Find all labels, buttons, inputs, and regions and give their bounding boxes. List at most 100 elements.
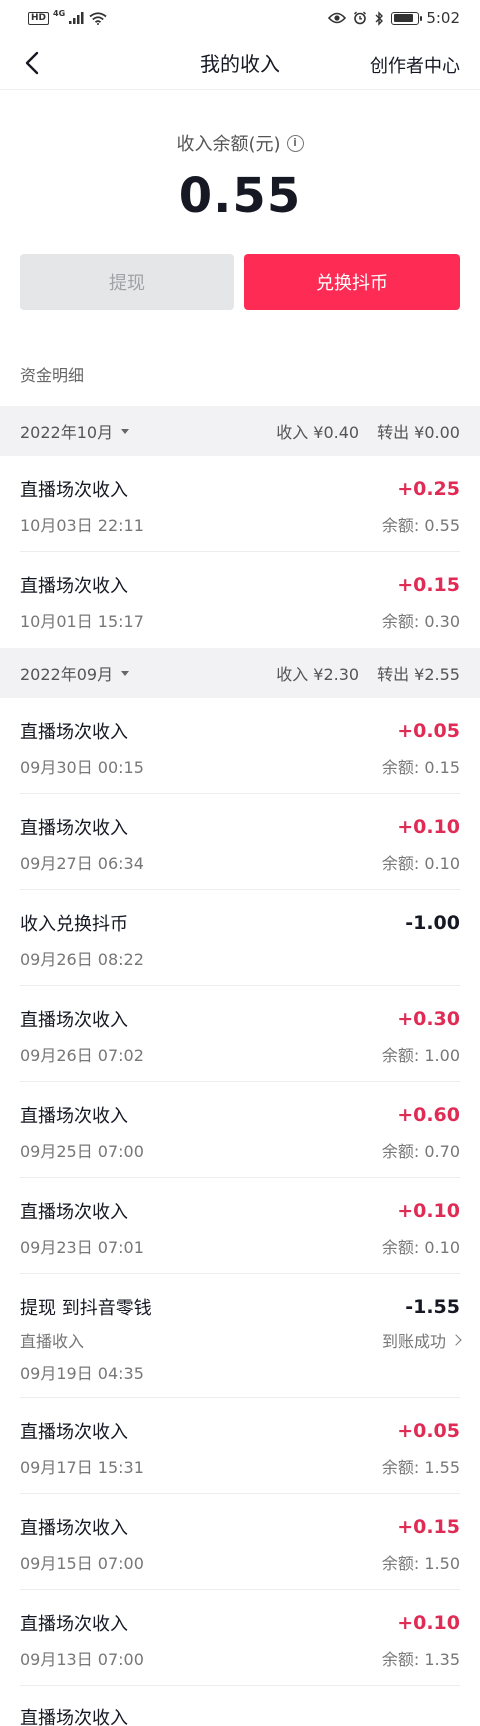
list-item-partial[interactable]: 直播场次收入 — [0, 1686, 480, 1726]
chevron-right-icon — [450, 1334, 462, 1346]
battery-fill — [393, 14, 414, 22]
page-title: 我的收入 — [200, 52, 280, 76]
list-item-amount: +0.30 — [397, 1008, 460, 1030]
list-item[interactable]: 直播场次收入 +0.10 09月23日 07:01 余额: 0.10 — [0, 1178, 480, 1274]
list-item-title: 直播场次收入 — [20, 576, 128, 597]
creator-center-link[interactable]: 创作者中心 — [370, 52, 460, 78]
list-item-time: 09月26日 07:02 — [20, 1046, 144, 1065]
list-item-balance: 余额: 1.00 — [381, 1046, 460, 1065]
eye-icon — [328, 12, 347, 24]
list-item-bottom: 09月25日 07:00 余额: 0.70 — [20, 1138, 460, 1162]
status-time: 5:02 — [426, 9, 460, 27]
month-income: 收入 ¥2.30 — [276, 665, 360, 684]
balance-label-row: 收入余额(元) i — [176, 130, 304, 156]
nav-bar: 我的收入 创作者中心 — [0, 36, 480, 90]
list-item[interactable]: 直播场次收入 +0.10 09月27日 06:34 余额: 0.10 — [0, 794, 480, 890]
transaction-list: 2022年10月 收入 ¥0.40 转出 ¥0.00 直播场次收入 +0.25 10月03… — [0, 406, 480, 1686]
info-icon[interactable]: i — [286, 134, 304, 152]
month-summary: 收入 ¥2.30 转出 ¥2.55 — [276, 661, 460, 685]
withdraw-button[interactable]: 提现 — [20, 254, 234, 310]
list-item-title: 直播场次收入 — [20, 1518, 128, 1539]
list-item-title: 直播场次收入 — [20, 818, 128, 839]
list-item-time: 10月01日 15:17 — [20, 612, 144, 631]
list-item-top: 直播场次收入 +0.10 — [20, 1610, 460, 1636]
balance-label: 收入余额(元) — [176, 134, 281, 155]
list-item-amount: -1.55 — [405, 1296, 460, 1318]
chevron-left-icon — [25, 51, 39, 75]
list-item-time: 09月19日 04:35 — [20, 1364, 144, 1383]
list-item-time: 09月15日 07:00 — [20, 1554, 144, 1573]
list-item-time: 09月25日 07:00 — [20, 1142, 144, 1161]
list-item-top: 直播场次收入 +0.10 — [20, 814, 460, 840]
month-selector[interactable]: 2022年10月 — [20, 419, 130, 443]
list-item-time: 10月03日 22:11 — [20, 516, 144, 535]
list-item-time: 09月17日 15:31 — [20, 1458, 144, 1477]
list-item[interactable]: 提现 到抖音零钱 -1.55 直播收入 到账成功 09月19日 04:35 — [0, 1274, 480, 1398]
list-item[interactable]: 直播场次收入 +0.10 09月13日 07:00 余额: 1.35 — [0, 1590, 480, 1686]
list-item-top: 直播场次收入 +0.25 — [20, 476, 460, 502]
list-item-title: 直播场次收入 — [20, 1202, 128, 1223]
list-item-title: 收入兑换抖币 — [20, 914, 128, 935]
list-item-title: 直播场次收入 — [20, 480, 128, 501]
list-item-top: 直播场次收入 +0.10 — [20, 1198, 460, 1224]
list-item-top: 提现 到抖音零钱 -1.55 — [20, 1294, 460, 1320]
wifi-icon — [89, 11, 107, 25]
list-item-top: 直播场次收入 +0.15 — [20, 572, 460, 598]
hd-badge: HD — [28, 11, 50, 25]
balance-section: 收入余额(元) i 0.55 — [0, 90, 480, 224]
list-item-time: 09月26日 08:22 — [20, 950, 144, 969]
month-income: 收入 ¥0.40 — [276, 423, 360, 442]
list-item-balance: 余额: 0.10 — [381, 854, 460, 873]
list-item[interactable]: 直播场次收入 +0.15 10月01日 15:17 余额: 0.30 — [0, 552, 480, 648]
list-item[interactable]: 直播场次收入 +0.25 10月03日 22:11 余额: 0.55 — [0, 456, 480, 552]
list-item-bottom: 09月17日 15:31 余额: 1.55 — [20, 1454, 460, 1478]
status-link[interactable]: 到账成功 — [381, 1328, 462, 1352]
bluetooth-icon — [375, 10, 384, 26]
list-item-amount: +0.10 — [397, 816, 460, 838]
list-item-top: 直播场次收入 +0.05 — [20, 1418, 460, 1444]
list-item-mid: 直播收入 到账成功 — [20, 1328, 462, 1352]
caret-down-icon — [121, 428, 130, 434]
list-item-bottom: 09月13日 07:00 余额: 1.35 — [20, 1646, 460, 1670]
list-item-bottom: 09月15日 07:00 余额: 1.50 — [20, 1550, 460, 1574]
list-item-top: 直播场次收入 +0.15 — [20, 1514, 460, 1540]
list-item-amount: +0.15 — [397, 574, 460, 596]
list-item-time: 09月13日 07:00 — [20, 1650, 144, 1669]
list-item[interactable]: 直播场次收入 +0.60 09月25日 07:00 余额: 0.70 — [0, 1082, 480, 1178]
list-item[interactable]: 收入兑换抖币 -1.00 09月26日 08:22 — [0, 890, 480, 986]
month-out: 转出 ¥2.55 — [377, 665, 460, 684]
list-item-top: 直播场次收入 +0.30 — [20, 1006, 460, 1032]
status-right: 5:02 — [328, 9, 460, 27]
back-button[interactable] — [16, 47, 48, 79]
list-item-balance: 余额: 1.50 — [381, 1554, 460, 1573]
month-header: 2022年09月 收入 ¥2.30 转出 ¥2.55 — [0, 648, 480, 698]
action-buttons: 提现 兑换抖币 — [0, 254, 480, 310]
list-item-amount: +0.05 — [397, 720, 460, 742]
list-item-balance: 余额: 0.30 — [381, 612, 460, 631]
status-text: 到账成功 — [381, 1332, 446, 1351]
list-item[interactable]: 直播场次收入 +0.05 09月17日 15:31 余额: 1.55 — [0, 1398, 480, 1494]
network-type: 4G — [53, 8, 66, 18]
signal-icon — [69, 12, 84, 24]
section-label: 资金明细 — [20, 366, 85, 385]
list-item-bottom: 09月26日 08:22 — [20, 946, 460, 970]
list-item-balance: 余额: 0.10 — [381, 1238, 460, 1257]
list-item[interactable]: 直播场次收入 +0.05 09月30日 00:15 余额: 0.15 — [0, 698, 480, 794]
list-item-title: 提现 到抖音零钱 — [20, 1298, 152, 1319]
alarm-icon — [354, 11, 367, 25]
list-item-bottom: 09月26日 07:02 余额: 1.00 — [20, 1042, 460, 1066]
list-item[interactable]: 直播场次收入 +0.15 09月15日 07:00 余额: 1.50 — [0, 1494, 480, 1590]
exchange-coins-button[interactable]: 兑换抖币 — [244, 254, 460, 310]
list-item-title: 直播场次收入 — [20, 1422, 128, 1443]
list-item-amount: +0.25 — [397, 478, 460, 500]
list-item-title: 直播场次收入 — [20, 722, 128, 743]
caret-down-icon — [121, 670, 130, 676]
list-item-title: 直播场次收入 — [20, 1106, 128, 1127]
list-item[interactable]: 直播场次收入 +0.30 09月26日 07:02 余额: 1.00 — [0, 986, 480, 1082]
list-item-bottom: 10月03日 22:11 余额: 0.55 — [20, 512, 460, 536]
status-left: HD 4G — [28, 8, 107, 25]
month-selector[interactable]: 2022年09月 — [20, 661, 130, 685]
list-item-amount: +0.10 — [397, 1612, 460, 1634]
list-item-amount: +0.10 — [397, 1200, 460, 1222]
list-item-bottom: 10月01日 15:17 余额: 0.30 — [20, 608, 460, 632]
